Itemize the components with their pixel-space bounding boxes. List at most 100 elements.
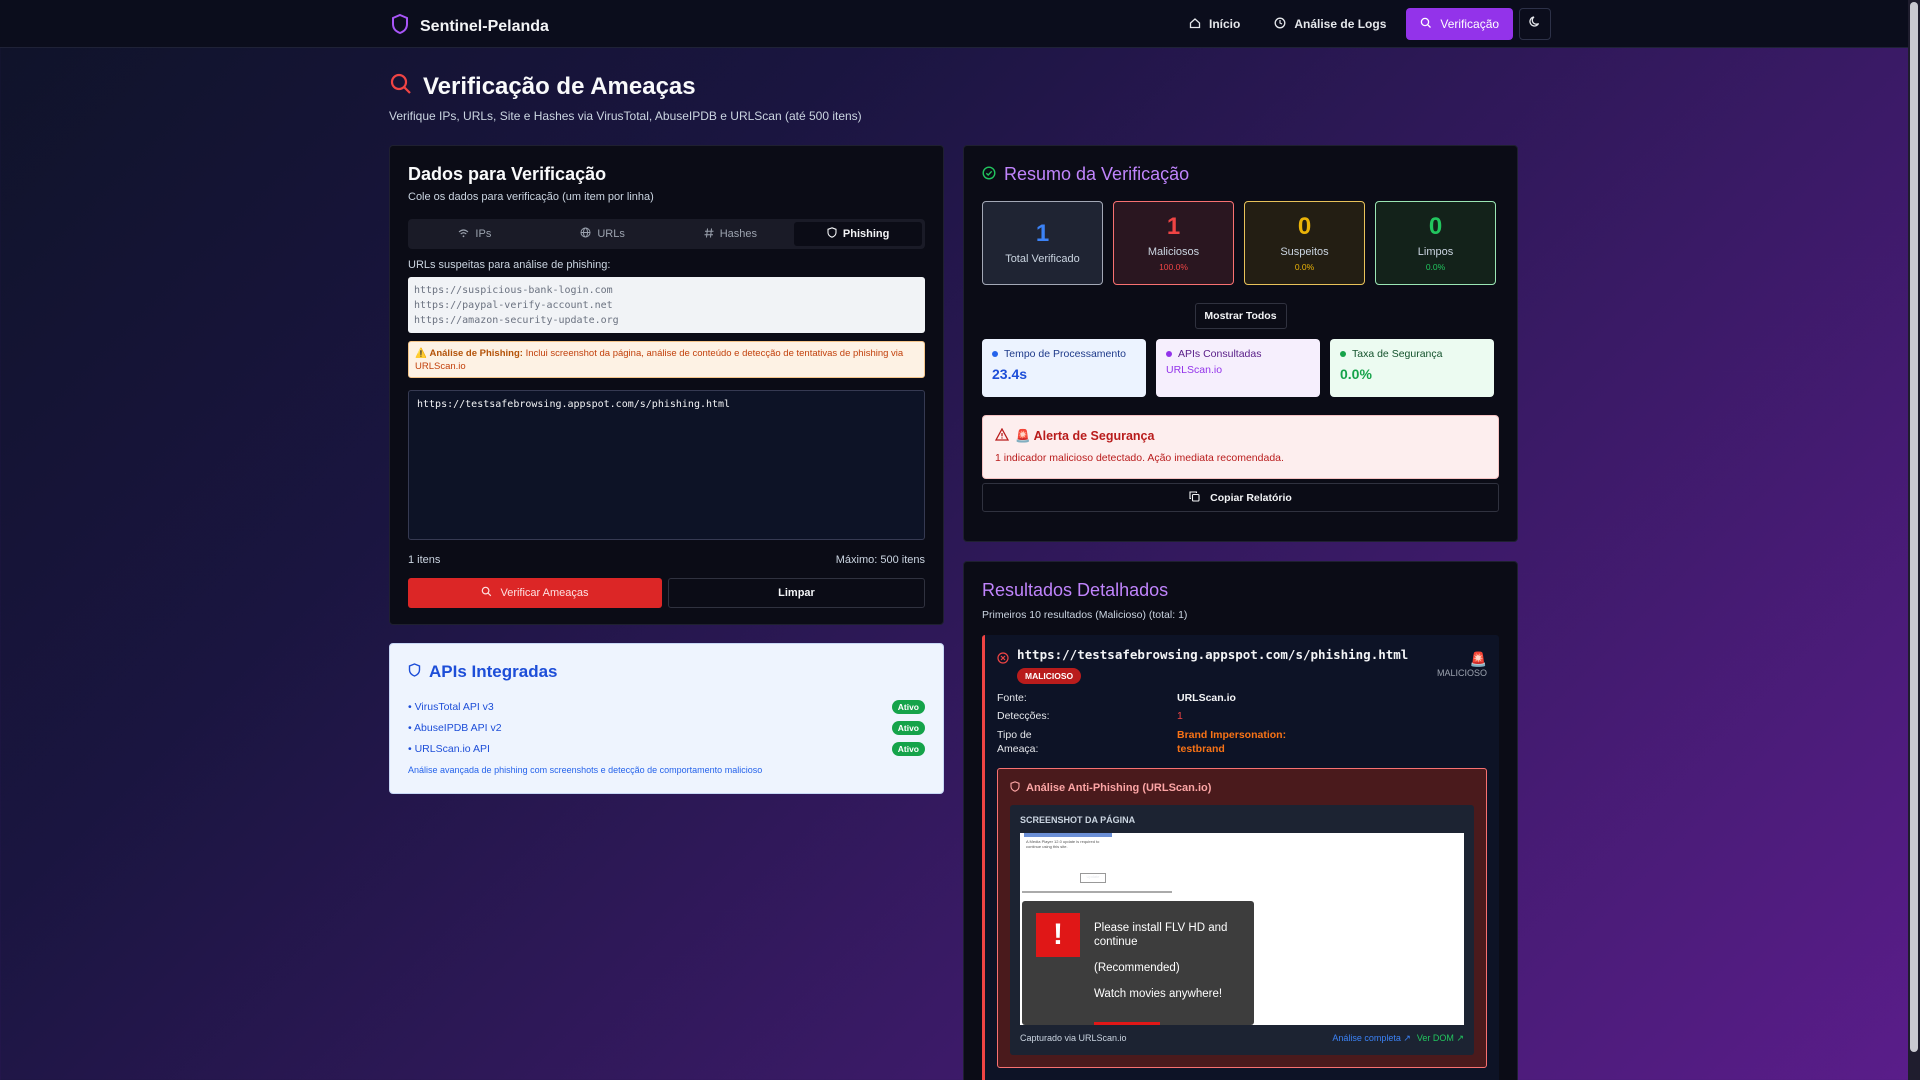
nav-log-analysis[interactable]: Análise de Logs <box>1260 8 1400 40</box>
tab-phishing[interactable]: Phishing <box>794 222 922 246</box>
examples-box: https://suspicious-bank-login.com https:… <box>408 277 925 333</box>
api-list: • VirusTotal API v3 Ativo • AbuseIPDB AP… <box>408 696 925 759</box>
status-badge: Ativo <box>891 720 925 735</box>
max-items: Máximo: 500 itens <box>835 554 925 566</box>
show-all-button[interactable]: Mostrar Todos <box>1194 303 1287 329</box>
shield-icon <box>827 227 837 241</box>
item-count: 1 itens <box>408 554 441 566</box>
input-card: Dados para Verificação Cole os dados par… <box>389 145 944 625</box>
tab-urls[interactable]: URLs <box>539 222 667 246</box>
screenshot-caption: SCREENSHOT DA PÁGINA <box>1020 815 1136 825</box>
metric-title: Tempo de Processamento <box>1004 348 1126 360</box>
alert-title: 🚨 Alerta de Segurança <box>1015 428 1155 443</box>
captured-via: Capturado via URLScan.io <box>1020 1033 1127 1043</box>
brand[interactable]: Sentinel-Pelanda <box>390 13 549 40</box>
verify-threats-button[interactable]: Verificar Ameaças <box>408 578 662 608</box>
field-key: Fonte: <box>997 692 1027 704</box>
page-title: Verificação de Ameaças <box>423 72 696 100</box>
external-link-icon: ↗ <box>1403 1033 1411 1043</box>
tab-phishing-label: Phishing <box>842 228 890 240</box>
view-dom-link[interactable]: Ver DOM ↗ <box>1417 1033 1464 1044</box>
stat-malicious: 1 Maliciosos 100.0% <box>1113 201 1234 285</box>
full-analysis-label: Análise completa <box>1332 1033 1401 1043</box>
type-tabs: IPs URLs Hashes Phishing <box>408 219 925 249</box>
input-card-title: Dados para Verificação <box>408 164 607 184</box>
apis-note: Análise avançada de phishing com screens… <box>408 765 763 775</box>
field-label: URLs suspeitas para análise de phishing: <box>408 259 611 271</box>
anti-phishing-title: Análise Anti-Phishing (URLScan.io) <box>1026 782 1212 794</box>
brand-name: Sentinel-Pelanda <box>420 17 549 35</box>
globe-icon <box>580 227 591 241</box>
results-subtitle: Primeiros 10 resultados (Malicioso) (tot… <box>982 609 1188 621</box>
search-icon <box>481 586 492 600</box>
moon-icon <box>1528 15 1542 33</box>
hash-icon <box>704 227 714 241</box>
result-item: https://testsafebrowsing.appspot.com/s/p… <box>982 635 1499 1080</box>
nav-verification-label: Verificação <box>1440 17 1500 31</box>
api-name: • URLScan.io API <box>408 742 490 755</box>
results-title: Resultados Detalhados <box>982 580 1169 600</box>
status-badge: Ativo <box>891 741 925 756</box>
result-status: 🚨 MALICIOSO <box>1437 651 1487 678</box>
input-textarea[interactable]: https://testsafebrowsing.appspot.com/s/p… <box>408 390 925 540</box>
alert-text: 1 indicador malicioso detectado. Ação im… <box>995 452 1284 464</box>
stat-percent: 0.0% <box>1294 262 1315 272</box>
screenshot-popup: ! Please install FLV HD and continue (Re… <box>1022 901 1254 1025</box>
search-icon <box>389 72 413 101</box>
clear-button[interactable]: Limpar <box>668 578 925 608</box>
stat-label: Limpos <box>1417 246 1454 258</box>
field-value: URLScan.io <box>1177 692 1236 704</box>
nav-log-analysis-label: Análise de Logs <box>1294 17 1387 31</box>
page-subtitle: Verifique IPs, URLs, Site e Hashes via V… <box>389 109 862 123</box>
theme-toggle-button[interactable] <box>1519 8 1552 40</box>
tab-hashes-label: Hashes <box>719 228 758 240</box>
stat-total: 1 Total Verificado <box>982 201 1103 285</box>
scrollbar[interactable] <box>1908 0 1920 1080</box>
page-screenshot[interactable]: A Media Player 12.0 update is required t… <box>1020 833 1464 1025</box>
apis-card-title: APIs Integradas <box>429 662 558 681</box>
nav-home[interactable]: Início <box>1175 8 1254 40</box>
shield-icon <box>1010 781 1020 795</box>
field-key: Detecções: <box>997 710 1050 722</box>
stat-label: Total Verificado <box>1005 253 1080 265</box>
metric-value: 0.0% <box>1340 366 1372 382</box>
tab-ips[interactable]: IPs <box>411 222 539 246</box>
summary-title: Resumo da Verificação <box>1004 164 1190 184</box>
stat-value: 1 <box>1166 213 1181 240</box>
malicious-badge: MALICIOSO <box>1017 668 1082 684</box>
input-card-description: Cole os dados para verificação (um item … <box>408 191 654 203</box>
verify-threats-label: Verificar Ameaças <box>500 587 589 599</box>
copy-report-button[interactable]: Copiar Relatório <box>982 483 1499 512</box>
result-url[interactable]: https://testsafebrowsing.appspot.com/s/p… <box>1017 647 1408 662</box>
metrics-row: Tempo de Processamento 23.4s APIs Consul… <box>982 339 1499 397</box>
warning-icon: ⚠️ <box>415 348 427 359</box>
stat-clean: 0 Limpos 0.0% <box>1375 201 1496 285</box>
siren-icon: 🚨 <box>1469 651 1487 667</box>
tab-ips-label: IPs <box>475 228 492 240</box>
result-status-label: MALICIOSO <box>1436 668 1487 678</box>
search-icon <box>1420 17 1432 32</box>
full-analysis-link[interactable]: Análise completa ↗ <box>1332 1033 1411 1044</box>
security-alert: 🚨 Alerta de Segurança 1 indicador malici… <box>982 415 1499 479</box>
nav-home-label: Início <box>1209 17 1241 31</box>
stat-suspicious: 0 Suspeitos 0.0% <box>1244 201 1365 285</box>
check-circle-icon <box>982 164 996 185</box>
exclamation-icon: ! <box>1036 913 1080 957</box>
field-value: Brand Impersonation: testbrand <box>1177 729 1287 755</box>
home-icon <box>1189 17 1201 32</box>
stat-value: 1 <box>1035 220 1050 247</box>
nav-verification[interactable]: Verificação <box>1406 8 1514 40</box>
field-value: 1 <box>1177 710 1183 722</box>
metric-security-rate: Taxa de Segurança 0.0% <box>1330 339 1494 397</box>
clock-icon <box>1274 17 1286 32</box>
apis-card: APIs Integradas • VirusTotal API v3 Ativ… <box>389 643 944 794</box>
metric-apis: APIs Consultadas URLScan.io <box>1156 339 1320 397</box>
screenshot-mini-button: Update <box>1080 873 1106 883</box>
tab-hashes[interactable]: Hashes <box>667 222 795 246</box>
example-line: https://suspicious-bank-login.com <box>414 285 613 296</box>
field-key: Tipo de Ameaça: <box>997 729 1039 755</box>
results-card: Resultados Detalhados Primeiros 10 resul… <box>963 561 1518 1080</box>
alert-triangle-icon <box>994 427 1010 444</box>
api-name: • AbuseIPDB API v2 <box>408 721 502 734</box>
status-badge: Ativo <box>891 699 925 714</box>
